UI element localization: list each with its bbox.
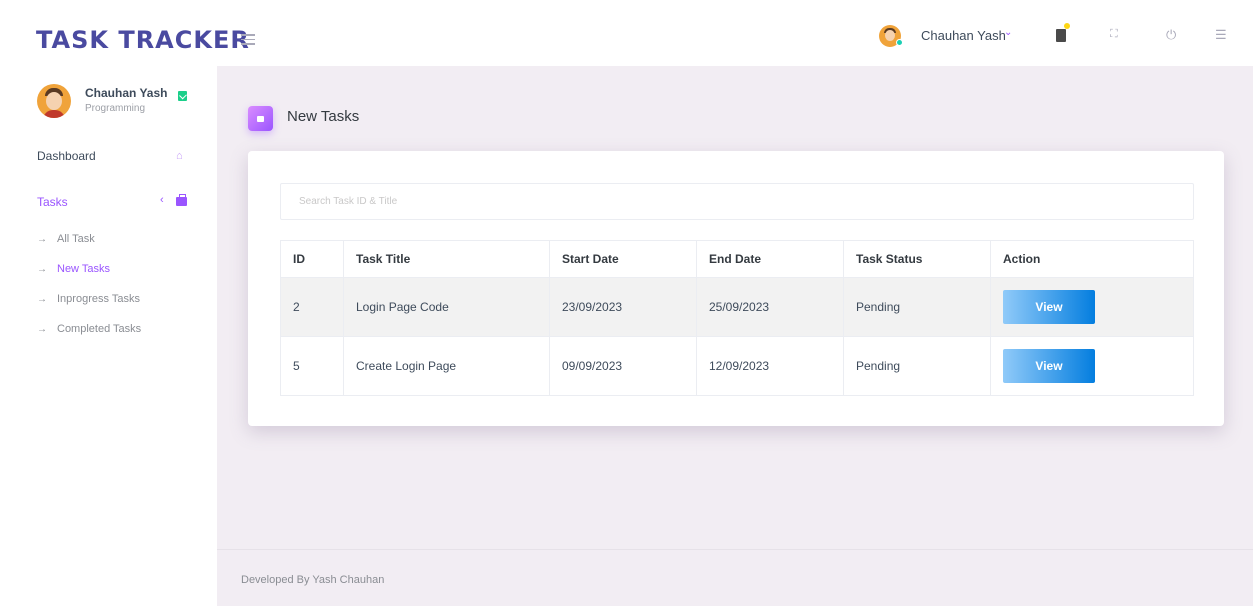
cell-id: 5 — [280, 336, 344, 396]
table-row: 5 Create Login Page 09/09/2023 12/09/202… — [280, 336, 1194, 396]
column-header-start-date: Start Date — [549, 240, 697, 278]
sidebar-item-tasks[interactable]: Tasks — [37, 195, 68, 209]
page-header-icon — [248, 106, 273, 131]
cell-status: Pending — [843, 277, 991, 337]
tasks-table: ID Task Title Start Date End Date Task S… — [280, 240, 1194, 396]
sidebar-subitem-inprogress-tasks[interactable]: → Inprogress Tasks — [37, 293, 140, 305]
cell-title: Login Page Code — [343, 277, 550, 337]
power-icon[interactable]: ⏻ — [1166, 27, 1176, 43]
table-row: 2 Login Page Code 23/09/2023 25/09/2023 … — [280, 277, 1194, 337]
briefcase-icon — [176, 194, 187, 206]
column-header-id: ID — [280, 240, 344, 278]
brand-logo[interactable]: TASK TRACKER — [36, 26, 250, 54]
cell-start-date: 09/09/2023 — [549, 336, 697, 396]
table-header-row: ID Task Title Start Date End Date Task S… — [280, 240, 1194, 278]
view-button[interactable]: View — [1003, 349, 1095, 383]
column-header-status: Task Status — [843, 240, 991, 278]
cell-action: View — [990, 336, 1194, 396]
column-header-end-date: End Date — [696, 240, 844, 278]
view-button[interactable]: View — [1003, 290, 1095, 324]
arrow-right-icon: → — [37, 324, 47, 335]
cell-end-date: 25/09/2023 — [696, 277, 844, 337]
arrow-right-icon: → — [37, 234, 47, 245]
column-header-title: Task Title — [343, 240, 550, 278]
profile-avatar[interactable] — [37, 84, 71, 118]
cell-action: View — [990, 277, 1194, 337]
list-icon[interactable]: ☰ — [1215, 27, 1227, 43]
main-content: New Tasks ID Task Title Start Date End D… — [217, 66, 1253, 549]
profile-name: Chauhan Yash — [85, 86, 168, 100]
chevron-down-icon[interactable]: ⌄ — [1004, 27, 1012, 38]
home-icon: ⌂ — [176, 150, 183, 162]
sidebar: Chauhan Yash Programming Dashboard ⌂ Tas… — [0, 66, 217, 606]
notification-badge — [1064, 23, 1070, 29]
cell-status: Pending — [843, 336, 991, 396]
sidebar-subitem-all-task[interactable]: → All Task — [37, 233, 95, 245]
document-icon[interactable] — [1056, 29, 1066, 42]
profile-role: Programming — [85, 103, 146, 114]
tasks-card: ID Task Title Start Date End Date Task S… — [248, 151, 1224, 426]
sidebar-subitem-new-tasks[interactable]: → New Tasks — [37, 263, 110, 275]
sidebar-subitem-completed-tasks[interactable]: → Completed Tasks — [37, 323, 141, 335]
page-title: New Tasks — [287, 108, 360, 125]
cell-title: Create Login Page — [343, 336, 550, 396]
cell-start-date: 23/09/2023 — [549, 277, 697, 337]
column-header-action: Action — [990, 240, 1194, 278]
sidebar-item-dashboard[interactable]: Dashboard — [37, 149, 96, 163]
menu-icon[interactable] — [241, 34, 255, 45]
header-username[interactable]: Chauhan Yash — [921, 28, 1006, 43]
cell-id: 2 — [280, 277, 344, 337]
footer: Developed By Yash Chauhan — [217, 549, 1253, 606]
fullscreen-icon[interactable]: ⛶ — [1110, 28, 1118, 41]
search-input[interactable] — [280, 183, 1194, 220]
chevron-left-icon[interactable]: ‹ — [160, 194, 164, 206]
verified-icon — [178, 91, 187, 101]
online-status-indicator — [896, 39, 903, 46]
cell-end-date: 12/09/2023 — [696, 336, 844, 396]
arrow-right-icon: → — [37, 294, 47, 305]
arrow-right-icon: → — [37, 264, 47, 275]
footer-credit: Developed By Yash Chauhan — [241, 574, 385, 586]
